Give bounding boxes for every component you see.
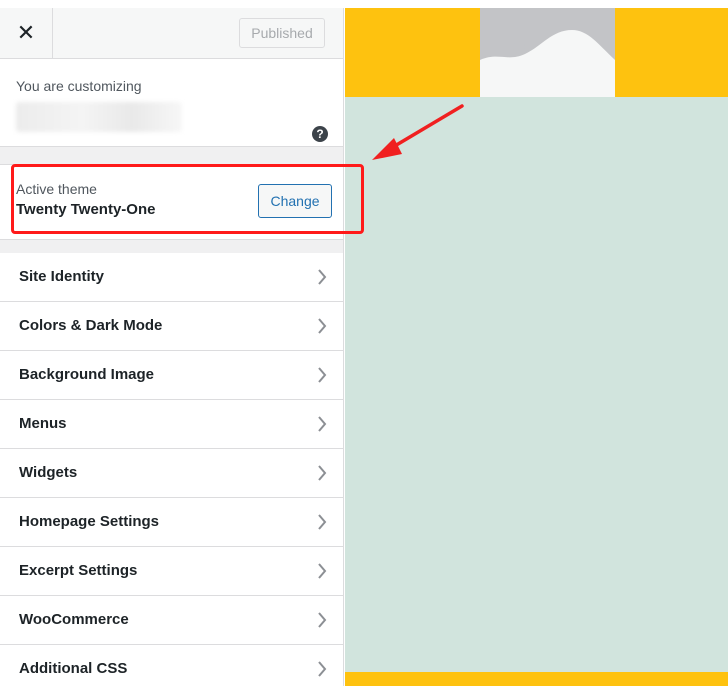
close-button[interactable]: ✕ [0, 8, 53, 58]
menu-item-excerpt-settings[interactable]: Excerpt Settings [0, 547, 343, 596]
menu-item-homepage-settings[interactable]: Homepage Settings [0, 498, 343, 547]
highlight-box [11, 164, 364, 234]
chevron-right-icon [318, 661, 327, 677]
menu-item-label: Site Identity [19, 268, 105, 285]
chevron-right-icon [318, 318, 327, 334]
menu-item-label: Additional CSS [19, 660, 128, 677]
customizer-header: ✕ Published [0, 8, 343, 59]
menu-item-label: Menus [19, 415, 67, 432]
customizer-menu: Site Identity Colors & Dark Mode Backgro… [0, 253, 343, 686]
menu-item-woocommerce[interactable]: WooCommerce [0, 596, 343, 645]
chevron-right-icon [318, 416, 327, 432]
help-icon[interactable]: ? [312, 126, 328, 142]
blurred-site-name [16, 102, 182, 132]
menu-item-additional-css[interactable]: Additional CSS [0, 645, 343, 686]
chevron-right-icon [318, 367, 327, 383]
annotation-arrow-icon [372, 104, 464, 160]
preview-footer [345, 672, 728, 686]
preview-header [345, 8, 728, 97]
menu-item-label: Colors & Dark Mode [19, 317, 163, 334]
customizer-sidebar: ✕ Published You are customizing ? Active… [0, 8, 344, 686]
chevron-right-icon [318, 514, 327, 530]
close-icon: ✕ [16, 20, 36, 45]
chevron-right-icon [318, 465, 327, 481]
menu-item-label: Widgets [19, 464, 78, 481]
image-placeholder [480, 8, 615, 97]
menu-item-colors-dark-mode[interactable]: Colors & Dark Mode [0, 302, 343, 351]
menu-item-background-image[interactable]: Background Image [0, 351, 343, 400]
chevron-right-icon [318, 612, 327, 628]
menu-item-label: WooCommerce [19, 611, 129, 628]
menu-item-label: Background Image [19, 366, 155, 383]
customizing-label: You are customizing [16, 78, 142, 94]
menu-item-menus[interactable]: Menus [0, 400, 343, 449]
menu-item-site-identity[interactable]: Site Identity [0, 253, 343, 302]
menu-item-label: Excerpt Settings [19, 562, 138, 579]
chevron-right-icon [318, 269, 327, 285]
image-placeholder-icon [480, 8, 615, 97]
published-button[interactable]: Published [239, 18, 325, 48]
menu-item-label: Homepage Settings [19, 513, 160, 530]
customizing-info-panel: You are customizing ? [0, 59, 343, 147]
chevron-right-icon [318, 563, 327, 579]
menu-item-widgets[interactable]: Widgets [0, 449, 343, 498]
